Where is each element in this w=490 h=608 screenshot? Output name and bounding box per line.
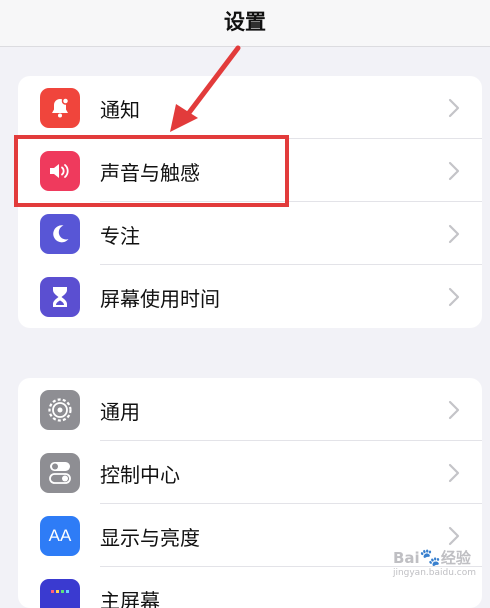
watermark: Bai🐾经验 jingyan.baidu.com xyxy=(393,547,476,578)
paw-icon: 🐾 xyxy=(419,548,441,568)
watermark-sub: jingyan.baidu.com xyxy=(392,568,476,578)
watermark-text: Bai xyxy=(392,549,420,567)
watermark-suffix: 经验 xyxy=(440,549,471,567)
annotation-arrow xyxy=(170,45,241,132)
